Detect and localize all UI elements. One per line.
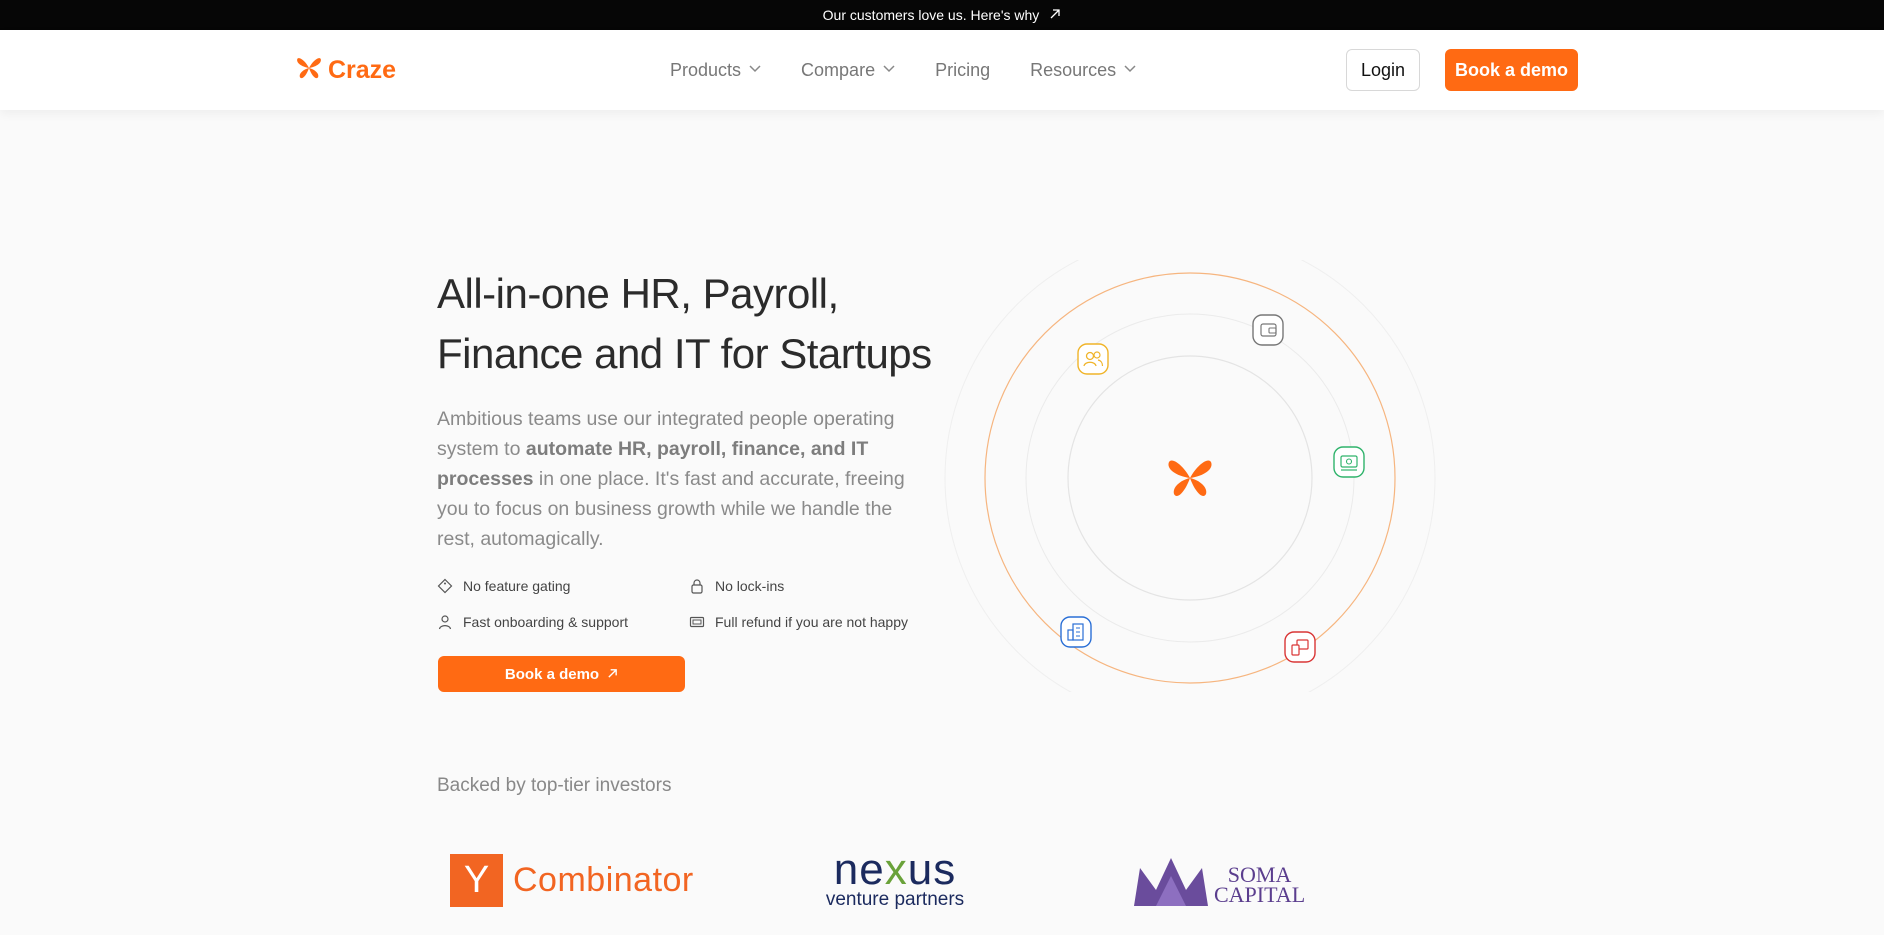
- feature-label: No lock-ins: [715, 578, 785, 594]
- announcement-text[interactable]: Our customers love us. Here's why: [823, 7, 1040, 23]
- feature-label: No feature gating: [463, 578, 571, 594]
- y-combinator-logo: Y Combinator: [450, 854, 694, 907]
- feature-item: Fast onboarding & support: [437, 613, 689, 631]
- user-icon: [437, 614, 453, 630]
- hero-cta-label: Book a demo: [504, 665, 600, 683]
- nexus-word-a: ne: [833, 845, 885, 894]
- brand-logo[interactable]: Craze: [296, 55, 396, 86]
- yc-word: Combinator: [513, 861, 694, 899]
- nexus-word: nexus: [820, 848, 970, 892]
- brand-name: Craze: [328, 56, 397, 84]
- hero-description: Ambitious teams use our integrated peopl…: [437, 404, 917, 554]
- hero-book-demo-button[interactable]: Book a demo: [438, 656, 685, 692]
- login-button[interactable]: Login: [1346, 49, 1420, 91]
- investors-heading: Backed by top-tier investors: [437, 775, 672, 796]
- announcement-bar[interactable]: Our customers love us. Here's why: [0, 0, 1884, 30]
- nav-products-label: Products: [670, 59, 742, 80]
- nav-compare[interactable]: Compare: [801, 60, 895, 81]
- feature-item: No feature gating: [437, 577, 689, 595]
- tag-icon: [437, 578, 453, 594]
- nexus-sub: venture partners: [825, 889, 965, 910]
- butterfly-logo-icon: [1168, 460, 1212, 497]
- main-nav: Products Compare Pricing Resources: [670, 30, 1176, 110]
- nexus-word-b: us: [907, 845, 957, 894]
- devices-icon: [1284, 631, 1316, 663]
- arrow-up-right-icon: [607, 666, 618, 683]
- nav-pricing[interactable]: Pricing: [935, 60, 990, 81]
- nav-pricing-label: Pricing: [935, 59, 991, 80]
- feature-list: No feature gating No lock-ins Fast onboa…: [437, 577, 937, 631]
- lock-icon: [689, 578, 705, 594]
- nav-compare-label: Compare: [801, 59, 876, 80]
- chevron-down-icon: [749, 62, 761, 76]
- soma-line2: CAPITAL: [1214, 881, 1306, 907]
- hero-title: All-in-one HR, Payroll, Finance and IT f…: [437, 264, 937, 384]
- chevron-down-icon: [883, 62, 895, 76]
- chevron-down-icon: [1124, 62, 1136, 76]
- soma-text: SOMA CAPITAL: [1214, 863, 1306, 907]
- nav-resources[interactable]: Resources: [1030, 60, 1136, 81]
- butterfly-logo-icon: [296, 55, 322, 86]
- users-icon: [1077, 343, 1109, 375]
- feature-label: Full refund if you are not happy: [715, 614, 909, 630]
- hero-title-line1: All-in-one HR, Payroll,: [437, 270, 839, 317]
- cash-icon: [1333, 446, 1365, 478]
- money-icon: [689, 614, 705, 630]
- feature-item: Full refund if you are not happy: [689, 613, 937, 631]
- yc-letter: Y: [450, 854, 503, 907]
- orbit-ring-outer-faint: [944, 232, 1436, 724]
- building-icon: [1060, 616, 1092, 648]
- feature-item: No lock-ins: [689, 577, 937, 595]
- navbar: Craze Products Compare Pricing Resources…: [0, 30, 1884, 110]
- book-demo-button[interactable]: Book a demo: [1445, 49, 1578, 91]
- orbit-graphic: [944, 232, 1436, 724]
- feature-label: Fast onboarding & support: [463, 614, 628, 630]
- crown-icon: [1132, 856, 1210, 913]
- soma-capital-logo: SOMA CAPITAL: [1132, 856, 1305, 913]
- arrow-up-right-icon: [1049, 7, 1061, 23]
- wallet-icon: [1252, 314, 1284, 346]
- orbit-illustration: [940, 232, 1440, 724]
- hero-title-line2: Finance and IT for Startups: [437, 330, 932, 377]
- nav-products[interactable]: Products: [670, 60, 761, 81]
- nexus-word-x: x: [884, 845, 908, 894]
- nexus-logo: nexus venture partners: [820, 848, 970, 910]
- nav-resources-label: Resources: [1030, 59, 1117, 80]
